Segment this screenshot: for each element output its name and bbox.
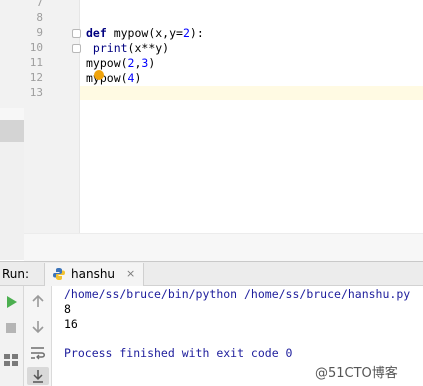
code-line-11[interactable]: mypow(2,3) — [86, 56, 155, 70]
editor-bottom-area — [24, 233, 423, 261]
scroll-to-end-icon — [33, 370, 43, 383]
side-tool-strip — [0, 0, 24, 260]
function-signature: mypow(x,y= — [106, 26, 183, 40]
code-line-9[interactable]: def mypow(x,y=2): — [86, 26, 204, 40]
call-name: mypow( — [86, 71, 128, 85]
up-arrow-icon[interactable] — [31, 294, 45, 308]
run-toolbar-secondary — [24, 286, 52, 386]
scroll-to-end-button[interactable] — [27, 367, 49, 385]
line-number: 9 — [36, 26, 43, 39]
line-number: 13 — [29, 86, 43, 99]
fold-marker-icon[interactable] — [72, 29, 81, 38]
call-name: mypow( — [86, 56, 128, 70]
watermark: @51CTO博客 — [315, 366, 398, 381]
code-editor[interactable]: 7 8 9 10 11 12 13 def mypow(x,y=2): prin… — [0, 0, 423, 261]
run-icon[interactable] — [4, 295, 18, 309]
line-number: 10 — [29, 41, 43, 54]
print-args: (x**y) — [127, 41, 170, 55]
close-icon[interactable]: × — [126, 267, 135, 280]
python-icon — [53, 268, 65, 280]
console-output-line: 16 — [64, 317, 78, 331]
layout-icon[interactable] — [3, 352, 19, 368]
down-arrow-icon[interactable] — [31, 320, 45, 334]
line-number: 11 — [29, 56, 43, 69]
default-value: 2 — [182, 26, 190, 40]
stop-icon[interactable] — [5, 322, 17, 334]
console-output-line: 8 — [64, 302, 71, 316]
fold-marker-icon[interactable] — [72, 44, 81, 53]
side-panel-tab[interactable] — [0, 120, 24, 142]
current-line-highlight — [80, 86, 423, 100]
keyword-def: def — [86, 26, 107, 40]
line-number: 8 — [36, 11, 43, 24]
run-tab-label: hanshu — [71, 267, 116, 281]
soft-wrap-icon[interactable] — [30, 346, 46, 360]
print-call: print — [86, 41, 128, 55]
close-paren: ) — [134, 71, 142, 85]
signature-tail: ): — [189, 26, 204, 40]
line-number: 12 — [29, 71, 43, 84]
line-number: 7 — [36, 0, 43, 9]
console-exit-message: Process finished with exit code 0 — [64, 346, 293, 360]
run-label: Run: — [2, 267, 30, 281]
console-command-line: /home/ss/bruce/bin/python /home/ss/bruce… — [64, 287, 411, 301]
run-tool-window-header: Run: hanshu × — [0, 261, 423, 286]
side-panel-lower — [0, 142, 24, 260]
run-tab-hanshu[interactable]: hanshu × — [44, 263, 144, 286]
side-panel-upper — [0, 0, 24, 108]
intention-bulb-icon[interactable] — [94, 70, 104, 80]
close-paren: ) — [148, 56, 156, 70]
code-line-10[interactable]: print(x**y) — [86, 41, 169, 55]
line-number-gutter: 7 8 9 10 11 12 13 — [24, 0, 81, 260]
run-toolbar-primary — [0, 286, 24, 386]
